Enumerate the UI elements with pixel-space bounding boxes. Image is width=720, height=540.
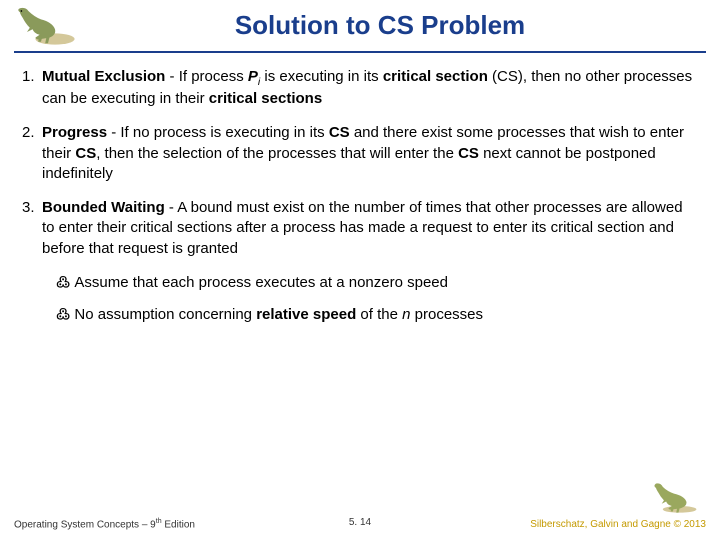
item-number: 3. — [22, 198, 42, 259]
dinosaur-icon — [6, 4, 76, 46]
footer-left: Operating System Concepts – 9th Edition — [14, 518, 195, 530]
sub-item: ߷ Assume that each process executes at a… — [44, 273, 698, 293]
term: Progress — [42, 124, 107, 141]
item-body: Bounded Waiting - A bound must exist on … — [42, 198, 698, 259]
slide-title: Solution to CS Problem — [20, 10, 700, 41]
sub-list: ߷ Assume that each process executes at a… — [22, 273, 698, 326]
item-body: Progress - If no process is executing in… — [42, 123, 698, 184]
item-number: 1. — [22, 67, 42, 109]
list-item: 1. Mutual Exclusion - If process Pi is e… — [22, 67, 698, 109]
item-body: Mutual Exclusion - If process Pi is exec… — [42, 67, 698, 109]
list-item: 3. Bounded Waiting - A bound must exist … — [22, 198, 698, 259]
slide-footer: Operating System Concepts – 9th Edition … — [0, 518, 720, 530]
list-item: 2. Progress - If no process is executing… — [22, 123, 698, 184]
slide-header: Solution to CS Problem — [0, 0, 720, 49]
term: Bounded Waiting — [42, 199, 165, 216]
slide-content: 1. Mutual Exclusion - If process Pi is e… — [0, 53, 720, 325]
dinosaur-icon — [646, 480, 702, 514]
footer-page-number: 5. 14 — [349, 517, 371, 528]
term: Mutual Exclusion — [42, 68, 165, 85]
bullet-icon: ߷ — [56, 306, 74, 323]
sub-item: ߷ No assumption concerning relative spee… — [44, 305, 698, 325]
item-number: 2. — [22, 123, 42, 184]
footer-copyright: Silberschatz, Galvin and Gagne © 2013 — [530, 519, 706, 530]
bullet-icon: ߷ — [56, 274, 74, 291]
